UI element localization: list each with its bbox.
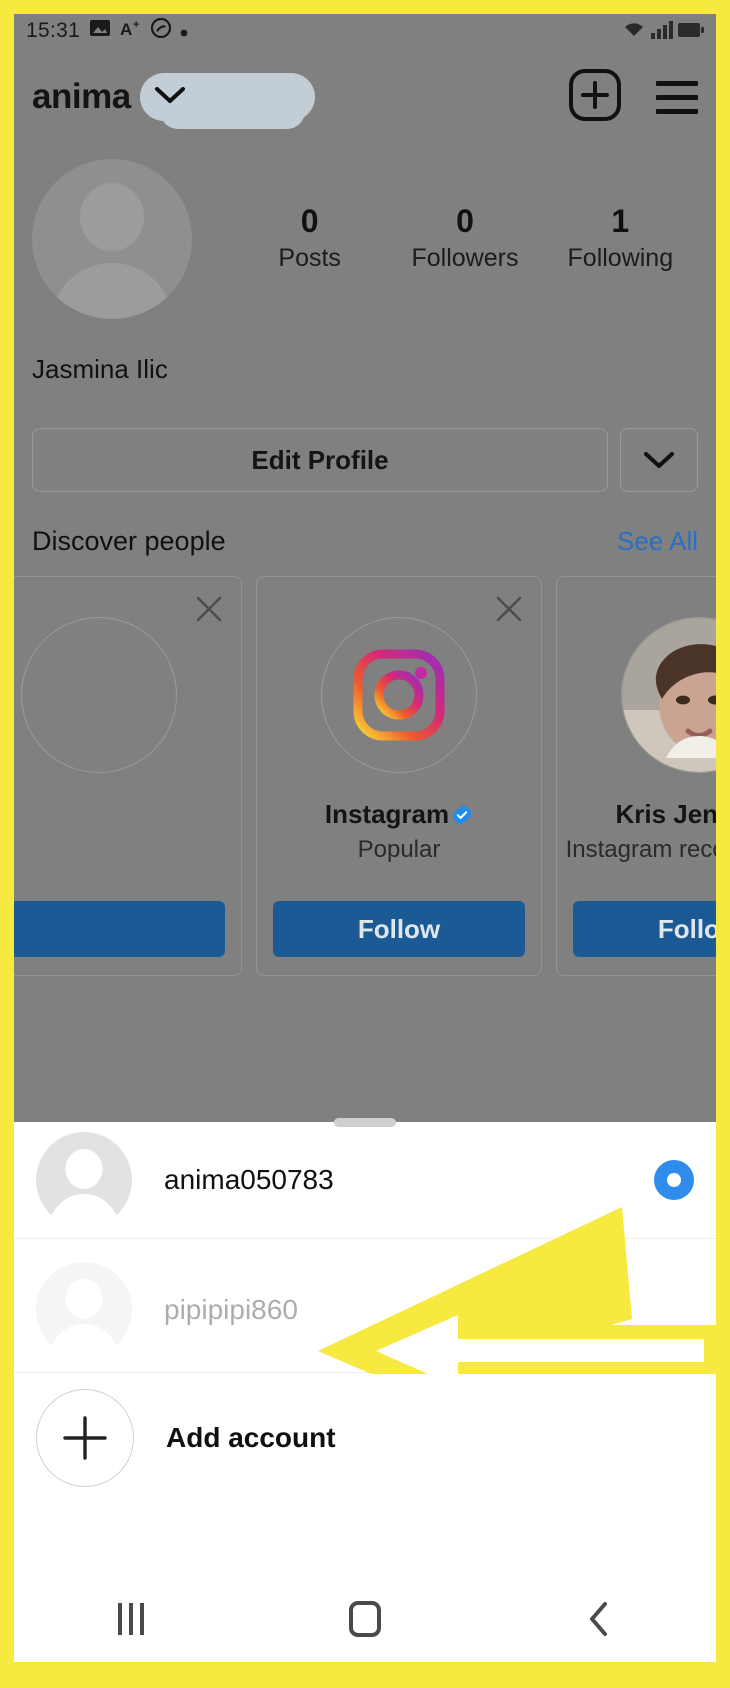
profile-avatar[interactable] — [32, 159, 192, 319]
stat-followers[interactable]: 0 Followers — [387, 205, 542, 273]
card-subtitle: Popular — [357, 836, 441, 863]
profile-full-name: Jasmina Ilic — [32, 354, 168, 384]
instagram-logo-icon — [321, 617, 477, 773]
home-icon[interactable] — [248, 1601, 482, 1637]
status-bar-right — [622, 21, 704, 44]
hamburger-menu-icon[interactable] — [656, 80, 698, 114]
discover-header: Discover people See All — [14, 526, 716, 557]
account-username: pipipipi860 — [164, 1294, 298, 1325]
profile-actions: Edit Profile — [14, 428, 716, 492]
stat-posts[interactable]: 0 Posts — [232, 205, 387, 273]
close-icon[interactable] — [193, 593, 225, 630]
dimmed-profile-backdrop: 15:31 A + anima 0 Posts 0 Followers 1 Fo… — [14, 14, 716, 1122]
status-bar-left: 15:31 A + — [26, 17, 188, 44]
status-bar: 15:31 A + — [14, 14, 716, 44]
android-nav-bar — [14, 1576, 716, 1662]
account-username: anima050783 — [164, 1164, 334, 1195]
profile-stats: 0 Posts 0 Followers 1 Following — [232, 205, 698, 273]
see-all-link[interactable]: See All — [617, 526, 698, 557]
follow-button[interactable]: Follow — [573, 901, 716, 957]
close-icon[interactable] — [493, 593, 525, 630]
app-header: anima — [14, 58, 716, 136]
stat-label: Posts — [278, 243, 341, 272]
discover-card[interactable] — [14, 576, 242, 976]
card-name-text: Kris Jenner — [615, 799, 716, 829]
recents-icon[interactable] — [14, 1603, 248, 1635]
profile-photo — [621, 617, 716, 773]
stat-following[interactable]: 1 Following — [543, 205, 698, 273]
account-selected-radio[interactable] — [654, 1160, 694, 1200]
profile-summary: 0 Posts 0 Followers 1 Following — [14, 159, 716, 319]
discover-card-list[interactable]: Instagram Popular Follow Kris Jen Instag… — [14, 576, 716, 976]
edit-profile-button[interactable]: Edit Profile — [32, 428, 608, 492]
a-plus-icon: A + — [120, 19, 142, 44]
follow-button[interactable] — [14, 901, 225, 957]
account-switcher-button[interactable]: anima — [32, 73, 315, 129]
image-icon — [89, 19, 111, 43]
left-arrow-annotation — [318, 1207, 716, 1374]
svg-text:+: + — [133, 19, 140, 31]
discover-title: Discover people — [32, 526, 226, 556]
verified-badge-icon — [452, 804, 472, 825]
card-name: Instagram — [325, 799, 473, 830]
wifi-icon — [622, 21, 646, 44]
stat-label: Following — [567, 243, 674, 272]
add-account-label: Add account — [166, 1422, 336, 1453]
discover-card[interactable]: Kris Jenner Instagram recommended Follow — [556, 576, 716, 976]
avatar — [21, 617, 177, 773]
stat-value: 1 — [611, 203, 630, 240]
app-header-actions — [568, 68, 698, 127]
default-avatar-icon — [36, 1262, 132, 1358]
card-subtitle: Instagram recommended — [565, 836, 716, 863]
plus-square-icon[interactable] — [568, 68, 622, 127]
stat-value: 0 — [456, 203, 474, 240]
shazam-icon — [150, 17, 172, 44]
chevron-down-icon[interactable] — [153, 84, 187, 111]
dot-icon — [180, 19, 188, 43]
stat-value: 0 — [300, 203, 319, 240]
plus-circle-icon — [36, 1389, 134, 1487]
discover-card[interactable]: Instagram Popular Follow — [256, 576, 542, 976]
status-time: 15:31 — [26, 19, 81, 42]
back-icon[interactable] — [482, 1600, 716, 1638]
chevron-down-icon[interactable] — [620, 428, 698, 492]
phone-screen: 15:31 A + anima 0 Posts 0 Followers 1 Fo… — [14, 14, 716, 1662]
svg-text:A: A — [120, 20, 133, 38]
header-username: anima — [32, 77, 131, 116]
follow-button[interactable]: Follow — [273, 901, 525, 957]
add-account-row[interactable]: Add account — [14, 1380, 716, 1496]
card-name-text: Instagram — [324, 799, 450, 829]
signal-icon — [651, 21, 673, 44]
stat-label: Followers — [411, 243, 519, 272]
card-name: Kris Jenner — [615, 799, 716, 830]
battery-icon — [678, 22, 704, 43]
default-avatar-icon — [36, 1132, 132, 1228]
